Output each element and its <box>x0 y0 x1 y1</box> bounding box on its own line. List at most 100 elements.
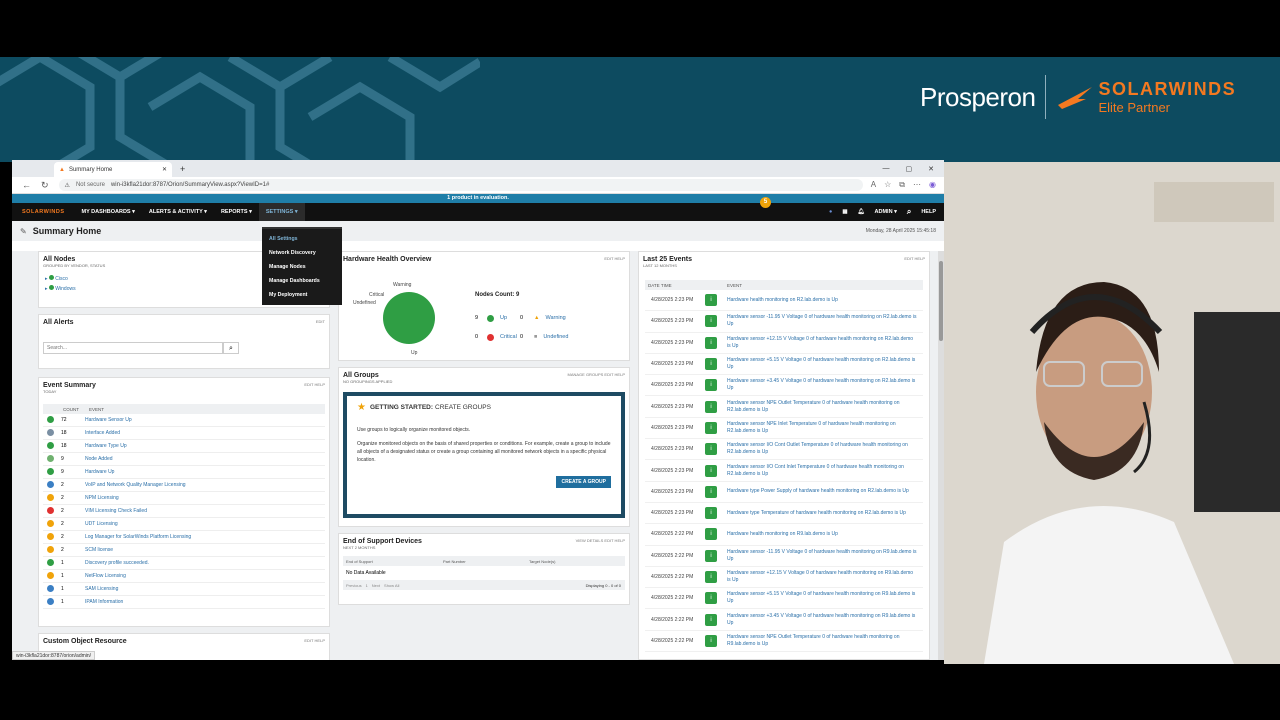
event-text[interactable]: Hardware sensor -11.95 V Voltage 0 of ha… <box>727 314 923 328</box>
event-text[interactable]: Hardware sensor +5.15 V Voltage 0 of har… <box>727 591 923 605</box>
event-summary-row[interactable]: 2 UDT Licensing <box>43 518 325 531</box>
event-text[interactable]: Hardware sensor +12.15 V Voltage 0 of ha… <box>727 336 923 350</box>
event-label[interactable]: VIM Licensing Check Failed <box>85 508 147 514</box>
event-row[interactable]: 4/28/2025 2:23 PM i Hardware sensor +3.45 … <box>645 375 923 397</box>
event-row[interactable]: 4/28/2025 2:22 PM i Hardware sensor NPE Ou… <box>645 631 923 653</box>
event-text[interactable]: Hardware sensor NPE Outlet Temperature 0… <box>727 634 923 648</box>
event-label[interactable]: NPM Licensing <box>85 495 119 501</box>
collections-icon[interactable]: ⧉ <box>899 180 905 190</box>
copilot-icon[interactable]: ◉ <box>929 180 936 190</box>
calendar-icon[interactable]: ▦ <box>842 209 847 215</box>
back-icon[interactable]: ← <box>22 180 31 191</box>
orion-status-icon[interactable]: ● <box>829 209 832 215</box>
browser-tab[interactable]: ▲ Summary Home ✕ <box>54 162 172 177</box>
event-text[interactable]: Hardware sensor +5.15 V Voltage 0 of har… <box>727 357 923 371</box>
event-text[interactable]: Hardware type Power Supply of hardware h… <box>727 488 923 495</box>
event-row[interactable]: 4/28/2025 2:22 PM i Hardware sensor +5.15 … <box>645 588 923 610</box>
event-text[interactable]: Hardware health monitoring on R2.lab.dem… <box>727 297 923 304</box>
solarwinds-nav-logo[interactable]: SOLARWINDS <box>12 209 74 215</box>
edit-page-icon[interactable]: ✎ <box>20 227 27 236</box>
event-text[interactable]: Hardware sensor NPE Outlet Temperature 0… <box>727 400 923 414</box>
new-tab-icon[interactable]: + <box>180 164 185 174</box>
event-summary-row[interactable]: 1 SAM Licensing <box>43 583 325 596</box>
event-label[interactable]: UDT Licensing <box>85 521 118 527</box>
event-row[interactable]: 4/28/2025 2:23 PM i Hardware sensor NPE In… <box>645 418 923 440</box>
events-edit[interactable]: EDIT HELP <box>904 256 925 261</box>
event-text[interactable]: Hardware type Temperature of hardware he… <box>727 510 923 517</box>
notification-count-badge[interactable]: 5 <box>760 197 771 208</box>
read-aloud-icon[interactable]: A <box>871 180 876 190</box>
event-label[interactable]: Log Manager for SolarWinds Platform Lice… <box>85 534 191 540</box>
event-summary-edit[interactable]: EDIT HELP <box>304 382 325 387</box>
event-summary-row[interactable]: 1 Discovery profile succeeded. <box>43 557 325 570</box>
favorite-icon[interactable]: ☆ <box>884 180 891 190</box>
minimize-icon[interactable]: — <box>883 165 890 173</box>
event-row[interactable]: 4/28/2025 2:22 PM i Hardware sensor +3.45 … <box>645 609 923 631</box>
event-row[interactable]: 4/28/2025 2:22 PM i Hardware sensor -11.95… <box>645 546 923 567</box>
event-text[interactable]: Hardware sensor I/O Cont Inlet Temperatu… <box>727 464 923 478</box>
nav-settings[interactable]: SETTINGS ▾ <box>258 203 305 221</box>
eos-page-number[interactable]: 1 <box>366 583 368 588</box>
event-summary-row[interactable]: 2 VIM Licensing Check Failed <box>43 505 325 518</box>
event-summary-row[interactable]: 1 NetFlow Licensing <box>43 570 325 583</box>
all-groups-edit[interactable]: MANAGE GROUPS EDIT HELP <box>568 372 626 377</box>
nav-reports[interactable]: REPORTS ▾ <box>214 203 259 221</box>
eos-prev-button[interactable]: Previous <box>346 583 362 588</box>
event-row[interactable]: 4/28/2025 2:23 PM i Hardware sensor -11.95… <box>645 311 923 333</box>
eos-edit[interactable]: VIEW DETAILS EDIT HELP <box>576 538 625 543</box>
eos-show-all-button[interactable]: Show All <box>384 583 399 588</box>
event-summary-row[interactable]: 9 Hardware Up <box>43 466 325 479</box>
event-summary-row[interactable]: 18 Hardware Type Up <box>43 440 325 453</box>
event-text[interactable]: Hardware sensor NPE Inlet Temperature 0 … <box>727 421 923 435</box>
event-label[interactable]: Node Added <box>85 456 113 462</box>
custom-object-edit[interactable]: EDIT HELP <box>304 638 325 643</box>
help-menu[interactable]: HELP <box>921 209 936 215</box>
admin-menu[interactable]: ADMIN ▾ <box>875 209 897 215</box>
search-icon[interactable]: ⌕ <box>907 207 911 217</box>
event-text[interactable]: Hardware sensor +3.45 V Voltage 0 of har… <box>727 613 923 627</box>
event-label[interactable]: VoIP and Network Quality Manager Licensi… <box>85 482 186 488</box>
event-summary-row[interactable]: 72 Hardware Sensor Up <box>43 414 325 427</box>
event-text[interactable]: Hardware sensor I/O Cont Outlet Temperat… <box>727 442 923 456</box>
event-row[interactable]: 4/28/2025 2:22 PM i Hardware sensor +12.15… <box>645 567 923 589</box>
menu-all-settings[interactable]: All Settings <box>262 232 342 246</box>
event-row[interactable]: 4/28/2025 2:23 PM i Hardware sensor +12.15… <box>645 333 923 354</box>
event-summary-row[interactable]: 9 Node Added <box>43 453 325 466</box>
alert-search-input[interactable] <box>43 342 223 354</box>
undefined-label[interactable]: Undefined <box>543 328 568 347</box>
event-label[interactable]: Hardware Type Up <box>85 443 127 449</box>
nav-alerts-activity[interactable]: ALERTS & ACTIVITY ▾ <box>142 203 214 221</box>
tab-close-icon[interactable]: ✕ <box>162 166 167 173</box>
event-text[interactable]: Hardware sensor +12.15 V Voltage 0 of ha… <box>727 570 923 584</box>
bell-icon[interactable]: 🔔︎ <box>858 209 865 215</box>
event-label[interactable]: Interface Added <box>85 430 120 436</box>
event-text[interactable]: Hardware sensor +3.45 V Voltage 0 of har… <box>727 378 923 392</box>
event-summary-row[interactable]: 1 IPAM Information <box>43 596 325 609</box>
menu-my-deployment[interactable]: My Deployment <box>262 288 342 302</box>
event-row[interactable]: 4/28/2025 2:23 PM i Hardware sensor +5.15 … <box>645 354 923 376</box>
evaluation-banner[interactable]: 1 product in evaluation. <box>12 194 944 203</box>
event-summary-row[interactable]: 18 Interface Added <box>43 427 325 440</box>
event-label[interactable]: SAM Licensing <box>85 586 118 592</box>
warning-label[interactable]: Warning <box>545 309 565 328</box>
event-summary-row[interactable]: 2 VoIP and Network Quality Manager Licens… <box>43 479 325 492</box>
event-row[interactable]: 4/28/2025 2:23 PM i Hardware health monito… <box>645 290 923 312</box>
page-scrollbar[interactable] <box>938 251 944 660</box>
event-summary-row[interactable]: 2 SCM license <box>43 544 325 557</box>
event-text[interactable]: Hardware health monitoring on R9.lab.dem… <box>727 531 923 538</box>
event-label[interactable]: Discovery profile succeeded. <box>85 560 149 566</box>
hw-health-edit[interactable]: EDIT HELP <box>604 256 625 261</box>
address-bar[interactable]: ⚠ Not secure win-i3kfla21dor:8787/Orion/… <box>58 179 863 191</box>
event-label[interactable]: SCM license <box>85 547 113 553</box>
event-summary-row[interactable]: 2 Log Manager for SolarWinds Platform Lic… <box>43 531 325 544</box>
maximize-icon[interactable]: ▢ <box>906 165 913 173</box>
menu-manage-nodes[interactable]: Manage Nodes <box>262 260 342 274</box>
event-label[interactable]: NetFlow Licensing <box>85 573 126 579</box>
nav-my-dashboards[interactable]: MY DASHBOARDS ▾ <box>74 203 141 221</box>
all-alerts-edit[interactable]: EDIT <box>316 319 325 324</box>
menu-manage-dashboards[interactable]: Manage Dashboards <box>262 274 342 288</box>
reload-icon[interactable]: ↻ <box>41 180 49 191</box>
event-row[interactable]: 4/28/2025 2:22 PM i Hardware health monito… <box>645 524 923 546</box>
up-label[interactable]: Up <box>500 309 520 328</box>
more-icon[interactable]: ⋯ <box>913 180 921 190</box>
